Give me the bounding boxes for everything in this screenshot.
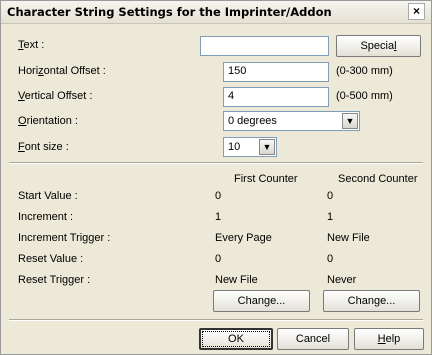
increment-second: 1 xyxy=(327,211,334,223)
chevron-down-icon[interactable]: ▼ xyxy=(259,139,275,155)
divider xyxy=(9,162,423,164)
reset-value-second: 0 xyxy=(327,253,334,265)
window-title: Character String Settings for the Imprin… xyxy=(7,5,332,19)
first-counter-change-button[interactable]: Change... xyxy=(213,290,310,312)
cancel-button[interactable]: Cancel xyxy=(277,328,349,350)
second-counter-change-button[interactable]: Change... xyxy=(323,290,420,312)
reset-value-label: Reset Value : xyxy=(18,253,84,265)
divider xyxy=(9,319,423,321)
orientation-select[interactable]: 0 degrees ▼ xyxy=(223,111,360,131)
start-value-second: 0 xyxy=(327,190,334,202)
reset-value-first: 0 xyxy=(215,253,222,265)
reset-trigger-label: Reset Trigger : xyxy=(18,274,91,286)
second-counter-header: Second Counter xyxy=(338,173,418,185)
orientation-label: Orientation : xyxy=(18,115,78,127)
orientation-value: 0 degrees xyxy=(228,115,277,127)
text-input[interactable] xyxy=(200,36,329,56)
special-button[interactable]: Special xyxy=(336,35,421,57)
increment-first: 1 xyxy=(215,211,222,223)
vertical-offset-range: (0-500 mm) xyxy=(336,90,393,102)
horizontal-offset-label: Horizontal Offset : xyxy=(18,65,106,77)
increment-trigger-second: New File xyxy=(327,232,370,244)
text-label: Text : xyxy=(18,39,45,51)
reset-trigger-second: Never xyxy=(327,274,357,286)
help-button[interactable]: Help xyxy=(354,328,424,350)
first-counter-header: First Counter xyxy=(234,173,298,185)
font-size-select[interactable]: 10 ▼ xyxy=(223,137,277,157)
close-icon[interactable]: × xyxy=(408,3,425,20)
start-value-label: Start Value : xyxy=(18,190,78,202)
font-size-label: Font size : xyxy=(18,141,69,153)
increment-trigger-first: Every Page xyxy=(215,232,272,244)
vertical-offset-input[interactable]: 4 xyxy=(223,87,329,107)
chevron-down-icon[interactable]: ▼ xyxy=(342,113,358,129)
horizontal-offset-range: (0-300 mm) xyxy=(336,65,393,77)
vertical-offset-label: Vertical Offset : xyxy=(18,90,93,102)
horizontal-offset-input[interactable]: 150 xyxy=(223,62,329,82)
increment-trigger-label: Increment Trigger : xyxy=(18,232,111,244)
reset-trigger-first: New File xyxy=(215,274,258,286)
start-value-first: 0 xyxy=(215,190,222,202)
title-bar[interactable]: Character String Settings for the Imprin… xyxy=(1,1,431,24)
ok-button[interactable]: OK xyxy=(199,328,273,350)
character-string-settings-dialog: Character String Settings for the Imprin… xyxy=(0,0,432,355)
font-size-value: 10 xyxy=(228,141,241,153)
increment-label: Increment : xyxy=(18,211,74,223)
